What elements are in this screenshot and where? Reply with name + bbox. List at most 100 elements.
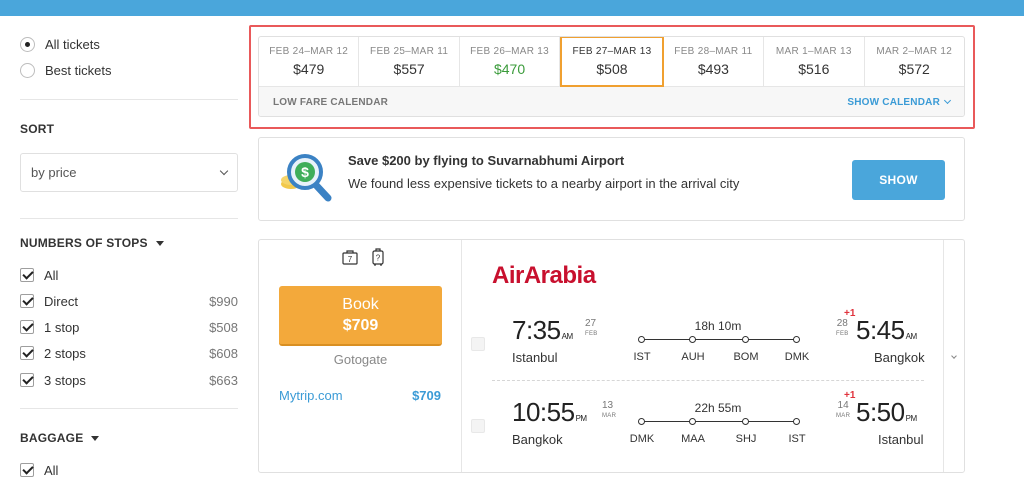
departure-time: 10:55PM: [512, 397, 587, 427]
checkbox-checked[interactable]: [20, 346, 34, 360]
checkbox-checked[interactable]: [20, 373, 34, 387]
calendar-footer-label: LOW FARE CALENDAR: [273, 96, 389, 108]
airport-code: IST: [633, 351, 651, 363]
departure-date: 13 MAR: [602, 400, 617, 419]
stops-filter-toggle[interactable]: NUMBERS OF STOPS: [20, 236, 164, 250]
calendar-date-option-selected[interactable]: FEB 27–MAR 13 $508: [560, 37, 664, 87]
stop-dot: [793, 418, 800, 425]
carry-on-bag-icon: 7: [342, 250, 358, 265]
route-line: [642, 339, 797, 340]
route-line: [642, 421, 797, 422]
flight-duration: 18h 10m: [694, 319, 742, 333]
alternative-agency-price[interactable]: $709: [412, 388, 441, 403]
option-price: $990: [209, 293, 238, 309]
airport-code: IST: [788, 433, 806, 445]
stops-option-all[interactable]: All: [20, 267, 238, 283]
checkbox-checked[interactable]: [20, 268, 34, 282]
svg-text:7: 7: [348, 255, 353, 264]
date-fare: $557: [393, 61, 425, 77]
date-range: FEB 27–MAR 13: [572, 46, 652, 57]
stop-dot: [742, 418, 749, 425]
ticket-expand-button[interactable]: [943, 240, 964, 472]
airport-code: DMK: [784, 351, 810, 363]
baggage-filter-toggle[interactable]: BAGGAGE: [20, 431, 100, 445]
flight-segment-outbound: 7:35AM 27 FEB Istanbul 18h 10m IST AUH BO…: [462, 308, 943, 375]
departure-date: 27 FEB: [585, 318, 598, 337]
stops-option-1-stop[interactable]: 1 stop $508: [20, 319, 238, 335]
book-button[interactable]: Book $709: [279, 286, 442, 346]
segment-divider: [492, 380, 924, 381]
checkbox-checked[interactable]: [20, 463, 34, 477]
sort-select-value: by price: [31, 165, 77, 180]
airport-code: DMK: [629, 433, 655, 445]
option-label: All: [44, 267, 59, 283]
airport-code: SHJ: [735, 433, 757, 445]
svg-text:?: ?: [376, 254, 381, 263]
show-calendar-link[interactable]: SHOW CALENDAR: [847, 97, 952, 108]
calendar-date-option[interactable]: FEB 24–MAR 12 $479: [259, 37, 360, 86]
date-range: MAR 1–MAR 13: [775, 46, 852, 57]
top-bar: [0, 0, 1024, 16]
calendar-date-option[interactable]: MAR 1–MAR 13 $516: [764, 37, 865, 86]
radio-best-tickets[interactable]: Best tickets: [20, 63, 111, 78]
calendar-dates: FEB 24–MAR 12 $479 FEB 25–MAR 11 $557 FE…: [259, 37, 964, 87]
stops-option-direct[interactable]: Direct $990: [20, 293, 238, 309]
departure-city: Bangkok: [512, 432, 563, 447]
date-range: FEB 25–MAR 11: [370, 46, 449, 57]
arrival-time: 5:45AM: [856, 315, 917, 345]
chevron-down-icon: [219, 166, 229, 175]
calendar-date-option[interactable]: FEB 28–MAR 11 $493: [664, 37, 765, 86]
sort-select[interactable]: by price: [20, 153, 238, 192]
calendar-footer: LOW FARE CALENDAR SHOW CALENDAR: [259, 87, 964, 116]
sort-title-text: SORT: [20, 122, 55, 136]
radio-label: Best tickets: [45, 63, 112, 78]
stops-option-2-stops[interactable]: 2 stops $608: [20, 345, 238, 361]
book-price: $709: [342, 316, 379, 334]
sort-title: SORT: [20, 122, 54, 136]
checkbox-checked[interactable]: [20, 294, 34, 308]
option-label: 2 stops: [44, 345, 86, 361]
ticket-booking-panel: 7 ? Book $709 Gotogate Mytrip.com $709: [259, 240, 462, 472]
checked-luggage-icon: ?: [372, 248, 384, 266]
caret-down-icon: [155, 240, 164, 246]
airline-logo: AirArabia: [492, 262, 596, 289]
segment-checkbox[interactable]: [471, 337, 485, 351]
low-fare-calendar: FEB 24–MAR 12 $479 FEB 25–MAR 11 $557 FE…: [258, 36, 965, 117]
stops-option-3-stops[interactable]: 3 stops $663: [20, 372, 238, 388]
date-range: FEB 24–MAR 12: [269, 46, 349, 57]
radio-all-tickets[interactable]: All tickets: [20, 37, 100, 52]
caret-down-icon: [91, 435, 100, 441]
date-fare: $470: [493, 61, 526, 77]
radio-button-selected[interactable]: [20, 37, 35, 52]
nearby-airport-promo: $ Save $200 by flying to Suvarnabhumi Ai…: [258, 137, 965, 221]
stop-dot: [742, 336, 749, 343]
calendar-date-option-cheapest[interactable]: FEB 26–MAR 13 $470: [460, 37, 561, 86]
divider: [20, 218, 238, 219]
promo-subtitle: We found less expensive tickets to a nea…: [348, 176, 740, 191]
calendar-date-option[interactable]: MAR 2–MAR 12 $572: [865, 37, 964, 86]
stop-dot: [689, 336, 696, 343]
promo-show-button[interactable]: SHOW: [852, 160, 945, 200]
arrival-date: 28 FEB: [836, 318, 849, 337]
stops-title-text: NUMBERS OF STOPS: [20, 236, 148, 250]
airport-code: MAA: [681, 433, 705, 445]
baggage-option-all[interactable]: All: [20, 462, 238, 478]
svg-text:$: $: [301, 164, 309, 180]
checkbox-checked[interactable]: [20, 320, 34, 334]
radio-button[interactable]: [20, 63, 35, 78]
alternative-agency-link[interactable]: Mytrip.com: [279, 388, 343, 403]
baggage-title-text: BAGGAGE: [20, 431, 84, 445]
airport-code: BOM: [733, 351, 759, 363]
airport-code: AUH: [681, 351, 705, 363]
departure-time: 7:35AM: [512, 315, 573, 345]
promo-title: Save $200 by flying to Suvarnabhumi Airp…: [348, 153, 625, 168]
divider: [20, 408, 238, 409]
dollar-magnifier-icon: $: [281, 154, 332, 202]
option-label: 3 stops: [44, 372, 86, 388]
ticket-itinerary: AirArabia 7:35AM 27 FEB Istanbul 18h 10m …: [462, 240, 943, 472]
segment-checkbox[interactable]: [471, 419, 485, 433]
option-price: $608: [209, 345, 238, 361]
calendar-date-option[interactable]: FEB 25–MAR 11 $557: [359, 37, 460, 86]
baggage-icons: 7 ?: [341, 248, 387, 266]
flight-duration: 22h 55m: [694, 401, 742, 415]
